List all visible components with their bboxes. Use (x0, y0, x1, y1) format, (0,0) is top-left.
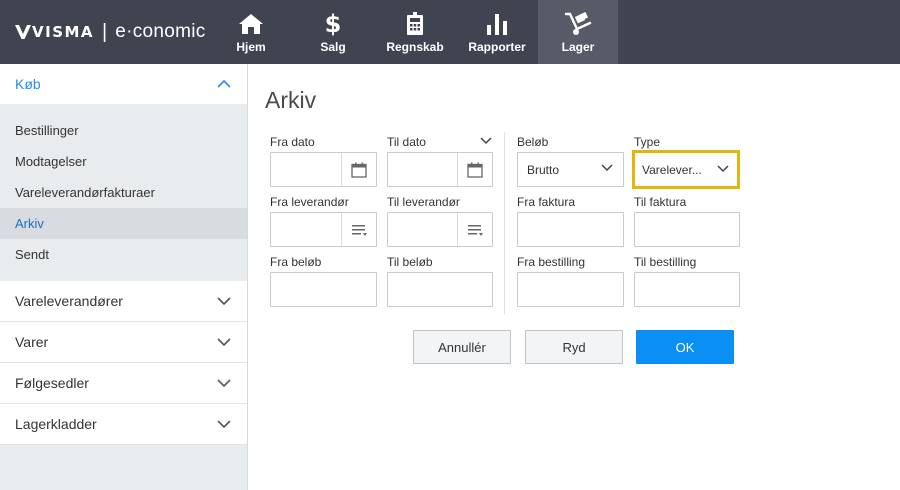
sidebar-section-kob[interactable]: Køb (0, 64, 247, 105)
sidebar-group-lagerkladder[interactable]: Lagerkladder (0, 404, 247, 445)
top-navigation-bar: VISMA | e·conomic Hjem $ Salg Regnskab R… (0, 0, 900, 64)
sidebar-group-folgesedler[interactable]: Følgesedler (0, 363, 247, 404)
sidebar-group-label: Vareleverandører (15, 293, 123, 309)
sidebar-item-label: Arkiv (15, 216, 44, 231)
til-leverandor-input[interactable] (387, 212, 493, 247)
chevron-down-icon (601, 164, 613, 172)
til-dato-input[interactable] (387, 152, 493, 187)
nav-item-hjem[interactable]: Hjem (210, 0, 292, 64)
sidebar-item-sendt[interactable]: Sendt (0, 239, 247, 270)
nav-label: Rapporter (468, 40, 526, 54)
til-leverandor-label: Til leverandør (387, 195, 460, 209)
nav-label: Salg (320, 40, 346, 54)
sidebar-group-vareleverandorer[interactable]: Vareleverandører (0, 281, 247, 322)
sidebar-submenu: Bestillinger Modtagelser Vareleverandørf… (0, 105, 247, 280)
belob-select[interactable]: Brutto (517, 152, 624, 187)
visma-v-icon (15, 25, 31, 39)
sidebar-item-label: Bestillinger (15, 123, 79, 138)
page-title: Arkiv (265, 87, 317, 113)
fra-faktura-input[interactable] (517, 212, 624, 247)
chevron-down-icon (717, 165, 729, 173)
til-belob-input[interactable] (387, 272, 493, 307)
nav-item-lager[interactable]: Lager (538, 0, 618, 64)
til-bestilling-input[interactable] (634, 272, 740, 307)
sidebar-group-varer[interactable]: Varer (0, 322, 247, 363)
home-icon (237, 11, 265, 37)
bar-chart-icon (483, 11, 511, 37)
chevron-down-icon[interactable] (480, 137, 492, 145)
sidebar-item-bestillinger[interactable]: Bestillinger (0, 115, 247, 146)
hand-truck-icon (564, 11, 592, 37)
visma-text: VISMA (32, 23, 95, 41)
visma-wordmark: VISMA (15, 23, 94, 41)
sidebar-section-label: Køb (15, 76, 41, 92)
belob-select-value: Brutto (527, 162, 560, 177)
til-dato-label: Til dato (387, 135, 426, 149)
list-picker-icon[interactable] (457, 213, 492, 246)
fra-belob-label: Fra beløb (270, 255, 322, 269)
sidebar-groups: Vareleverandører Varer Følgesedler Lager… (0, 281, 247, 445)
fra-bestilling-label: Fra bestilling (517, 255, 586, 269)
fra-dato-input[interactable] (270, 152, 377, 187)
logo-separator: | (102, 20, 108, 43)
sidebar-group-label: Varer (15, 334, 49, 350)
chevron-down-icon (217, 338, 231, 346)
fra-leverandor-input[interactable] (270, 212, 377, 247)
nav-label: Hjem (236, 40, 266, 54)
sidebar-item-label: Sendt (15, 247, 49, 262)
list-picker-icon[interactable] (341, 213, 376, 246)
sidebar-item-label: Vareleverandørfakturaer (15, 185, 155, 200)
nav-item-rapporter[interactable]: Rapporter (456, 0, 538, 64)
ok-button[interactable]: OK (636, 330, 734, 364)
nav-item-regnskab[interactable]: Regnskab (374, 0, 456, 64)
fra-faktura-label: Fra faktura (517, 195, 576, 209)
dollar-icon: $ (324, 10, 342, 38)
column-divider (504, 132, 505, 314)
economic-text: e·conomic (115, 21, 206, 42)
sidebar-item-modtagelser[interactable]: Modtagelser (0, 146, 247, 177)
nav-label: Regnskab (386, 40, 444, 54)
sidebar-item-label: Modtagelser (15, 154, 87, 169)
sidebar-item-vareleverandorfakturaer[interactable]: Vareleverandørfakturaer (0, 177, 247, 208)
calendar-icon[interactable] (457, 153, 492, 186)
nav-label: Lager (561, 40, 595, 54)
til-belob-label: Til beløb (387, 255, 433, 269)
cancel-button[interactable]: Annullér (413, 330, 511, 364)
sidebar-item-arkiv[interactable]: Arkiv (0, 208, 247, 239)
type-select-value: Varelever... (642, 162, 702, 177)
sidebar: Køb Bestillinger Modtagelser Vareleveran… (0, 64, 248, 490)
visma-economic-logo[interactable]: VISMA | e·conomic (15, 20, 206, 44)
sidebar-group-label: Lagerkladder (15, 416, 97, 432)
main-nav: Hjem $ Salg Regnskab Rapporter Lager (210, 0, 618, 64)
sidebar-group-label: Følgesedler (15, 375, 89, 391)
til-faktura-label: Til faktura (634, 195, 687, 209)
nav-item-salg[interactable]: $ Salg (292, 0, 374, 64)
chevron-down-icon (217, 297, 231, 305)
type-label: Type (634, 135, 661, 149)
belob-label: Beløb (517, 135, 549, 149)
chevron-down-icon (217, 379, 231, 387)
fra-leverandor-label: Fra leverandør (270, 195, 349, 209)
type-select[interactable]: Varelever... (632, 150, 740, 189)
calculator-icon (401, 11, 429, 37)
til-bestilling-label: Til bestilling (634, 255, 697, 269)
chevron-up-icon (217, 80, 231, 88)
fra-belob-input[interactable] (270, 272, 377, 307)
fra-dato-label: Fra dato (270, 135, 315, 149)
clear-button[interactable]: Ryd (525, 330, 623, 364)
calendar-icon[interactable] (341, 153, 376, 186)
til-faktura-input[interactable] (634, 212, 740, 247)
fra-bestilling-input[interactable] (517, 272, 624, 307)
chevron-down-icon (217, 420, 231, 428)
